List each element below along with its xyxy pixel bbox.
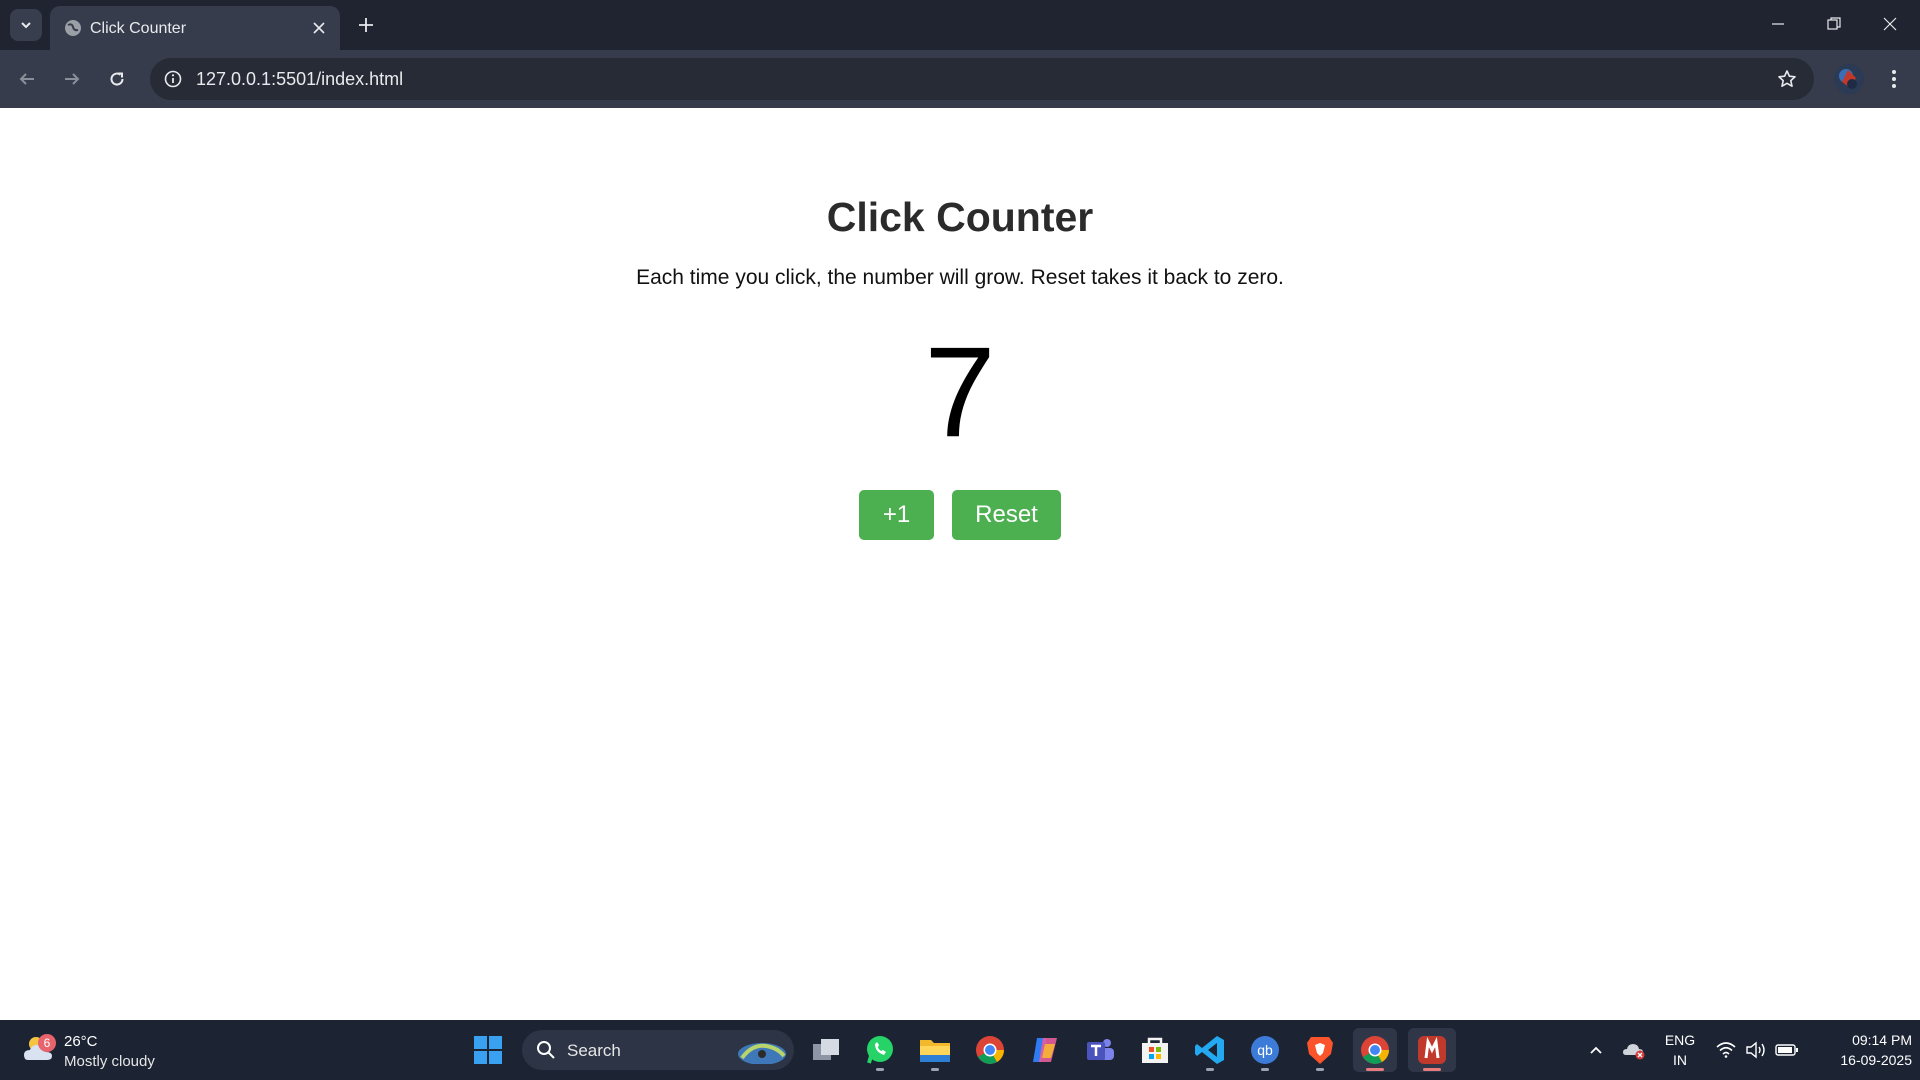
arrow-left-icon <box>19 73 34 85</box>
chevron-up-icon <box>1590 1046 1602 1054</box>
taskbar-app-vscode[interactable] <box>1188 1028 1232 1072</box>
running-indicator <box>1206 1068 1214 1071</box>
search-icon <box>537 1041 555 1059</box>
minimize-button[interactable] <box>1750 0 1806 48</box>
restore-icon <box>1827 17 1841 30</box>
restore-button[interactable] <box>1806 0 1862 48</box>
windows-start-icon <box>474 1036 502 1064</box>
taskbar-search[interactable]: Search <box>522 1030 794 1070</box>
start-button[interactable] <box>466 1028 510 1072</box>
taskbar-app-chrome-active[interactable] <box>1353 1028 1397 1072</box>
battery-icon <box>1775 1044 1798 1056</box>
folder-icon <box>920 1040 950 1062</box>
back-button[interactable] <box>10 62 44 96</box>
brave-icon <box>1307 1037 1333 1064</box>
weather-condition: Mostly cloudy <box>64 1053 155 1070</box>
search-label: Search <box>567 1041 621 1060</box>
close-tab-button[interactable] <box>308 17 330 39</box>
arrow-right-icon <box>65 73 80 85</box>
taskbar-app-chrome[interactable] <box>968 1028 1012 1072</box>
weather-widget[interactable]: 6 26°C Mostly cloudy <box>20 1028 200 1072</box>
language-indicator[interactable]: ENG IN <box>1660 1030 1700 1070</box>
address-bar[interactable]: 127.0.0.1:5501/index.html <box>150 58 1814 100</box>
reload-button[interactable] <box>100 62 134 96</box>
kebab-menu-icon <box>1892 70 1896 88</box>
running-indicator <box>931 1068 939 1071</box>
browser-toolbar: 127.0.0.1:5501/index.html <box>0 50 1920 108</box>
cloud-error-icon <box>1623 1044 1645 1060</box>
star-icon <box>1778 70 1796 87</box>
volume-status[interactable] <box>1744 1030 1768 1070</box>
taskbar-app-teams[interactable] <box>1078 1028 1122 1072</box>
task-view-button[interactable] <box>804 1028 848 1072</box>
reset-button[interactable]: Reset <box>952 490 1061 540</box>
info-icon <box>164 70 182 88</box>
site-info-button[interactable] <box>160 66 186 92</box>
show-hidden-icons-button[interactable] <box>1582 1030 1610 1070</box>
language-code: ENG <box>1664 1032 1696 1048</box>
taskbar-app-active[interactable] <box>1408 1028 1456 1072</box>
running-indicator <box>876 1068 884 1071</box>
close-icon <box>313 22 325 34</box>
active-indicator <box>1366 1068 1384 1071</box>
system-clock[interactable]: 09:14 PM 16-09-2025 <box>1812 1030 1912 1070</box>
new-tab-button[interactable] <box>352 11 380 39</box>
chrome-icon <box>976 1036 1004 1064</box>
page-description: Each time you click, the number will gro… <box>636 266 1284 289</box>
vscode-icon <box>1195 1036 1224 1064</box>
app-icon <box>1418 1036 1446 1064</box>
clock-date: 16-09-2025 <box>1840 1052 1912 1068</box>
wifi-status[interactable] <box>1714 1030 1738 1070</box>
weather-badge: 6 <box>38 1034 56 1052</box>
close-window-button[interactable] <box>1862 0 1918 48</box>
tab-strip: Click Counter <box>0 0 1920 50</box>
qbittorrent-icon: qb <box>1251 1036 1279 1064</box>
forward-button[interactable] <box>55 62 89 96</box>
weather-temperature: 26°C <box>64 1033 98 1050</box>
taskbar-app-microsoft-store[interactable] <box>1133 1028 1177 1072</box>
increment-button[interactable]: +1 <box>859 490 934 540</box>
page-content: Click Counter Each time you click, the n… <box>0 108 1920 1020</box>
plus-icon <box>359 18 373 32</box>
onedrive-status[interactable] <box>1620 1030 1648 1070</box>
browser-menu-button[interactable] <box>1880 62 1908 96</box>
reload-icon <box>110 72 124 86</box>
search-highlight-icon <box>738 1043 786 1064</box>
counter-value: 7 <box>924 321 996 464</box>
task-view-icon <box>813 1039 839 1060</box>
teams-icon <box>1087 1039 1114 1060</box>
bookmark-button[interactable] <box>1774 66 1800 92</box>
profile-avatar[interactable] <box>1834 64 1864 94</box>
running-indicator <box>1316 1068 1324 1071</box>
taskbar-app-whatsapp[interactable] <box>858 1028 902 1072</box>
region-code: IN <box>1673 1052 1687 1068</box>
avatar-icon <box>1834 64 1864 94</box>
minimize-icon <box>1772 23 1784 25</box>
taskbar: 6 26°C Mostly cloudy Search qb ENG IN 09… <box>0 1020 1920 1080</box>
browser-tab[interactable]: Click Counter <box>50 6 340 50</box>
tab-title: Click Counter <box>90 20 187 37</box>
battery-status[interactable] <box>1774 1030 1800 1070</box>
close-icon <box>1883 17 1897 31</box>
taskbar-app-file-explorer[interactable] <box>913 1028 957 1072</box>
tab-search-button[interactable] <box>10 9 42 41</box>
clock-time: 09:14 PM <box>1852 1032 1912 1048</box>
taskbar-app-copilot[interactable] <box>1023 1028 1067 1072</box>
whatsapp-icon <box>867 1036 893 1064</box>
chrome-icon <box>1361 1036 1389 1064</box>
chevron-down-icon <box>21 22 31 29</box>
active-indicator <box>1423 1068 1441 1071</box>
svg-text:qb: qb <box>1257 1042 1273 1058</box>
globe-icon <box>65 20 81 36</box>
wifi-icon <box>1716 1042 1736 1058</box>
running-indicator <box>1261 1068 1269 1071</box>
taskbar-app-brave[interactable] <box>1298 1028 1342 1072</box>
speaker-icon <box>1746 1041 1765 1059</box>
microsoft-store-icon <box>1142 1037 1168 1063</box>
taskbar-app-qbittorrent[interactable]: qb <box>1243 1028 1287 1072</box>
page-title: Click Counter <box>826 194 1094 240</box>
copilot-icon <box>1033 1038 1057 1062</box>
url-text[interactable]: 127.0.0.1:5501/index.html <box>196 69 403 90</box>
